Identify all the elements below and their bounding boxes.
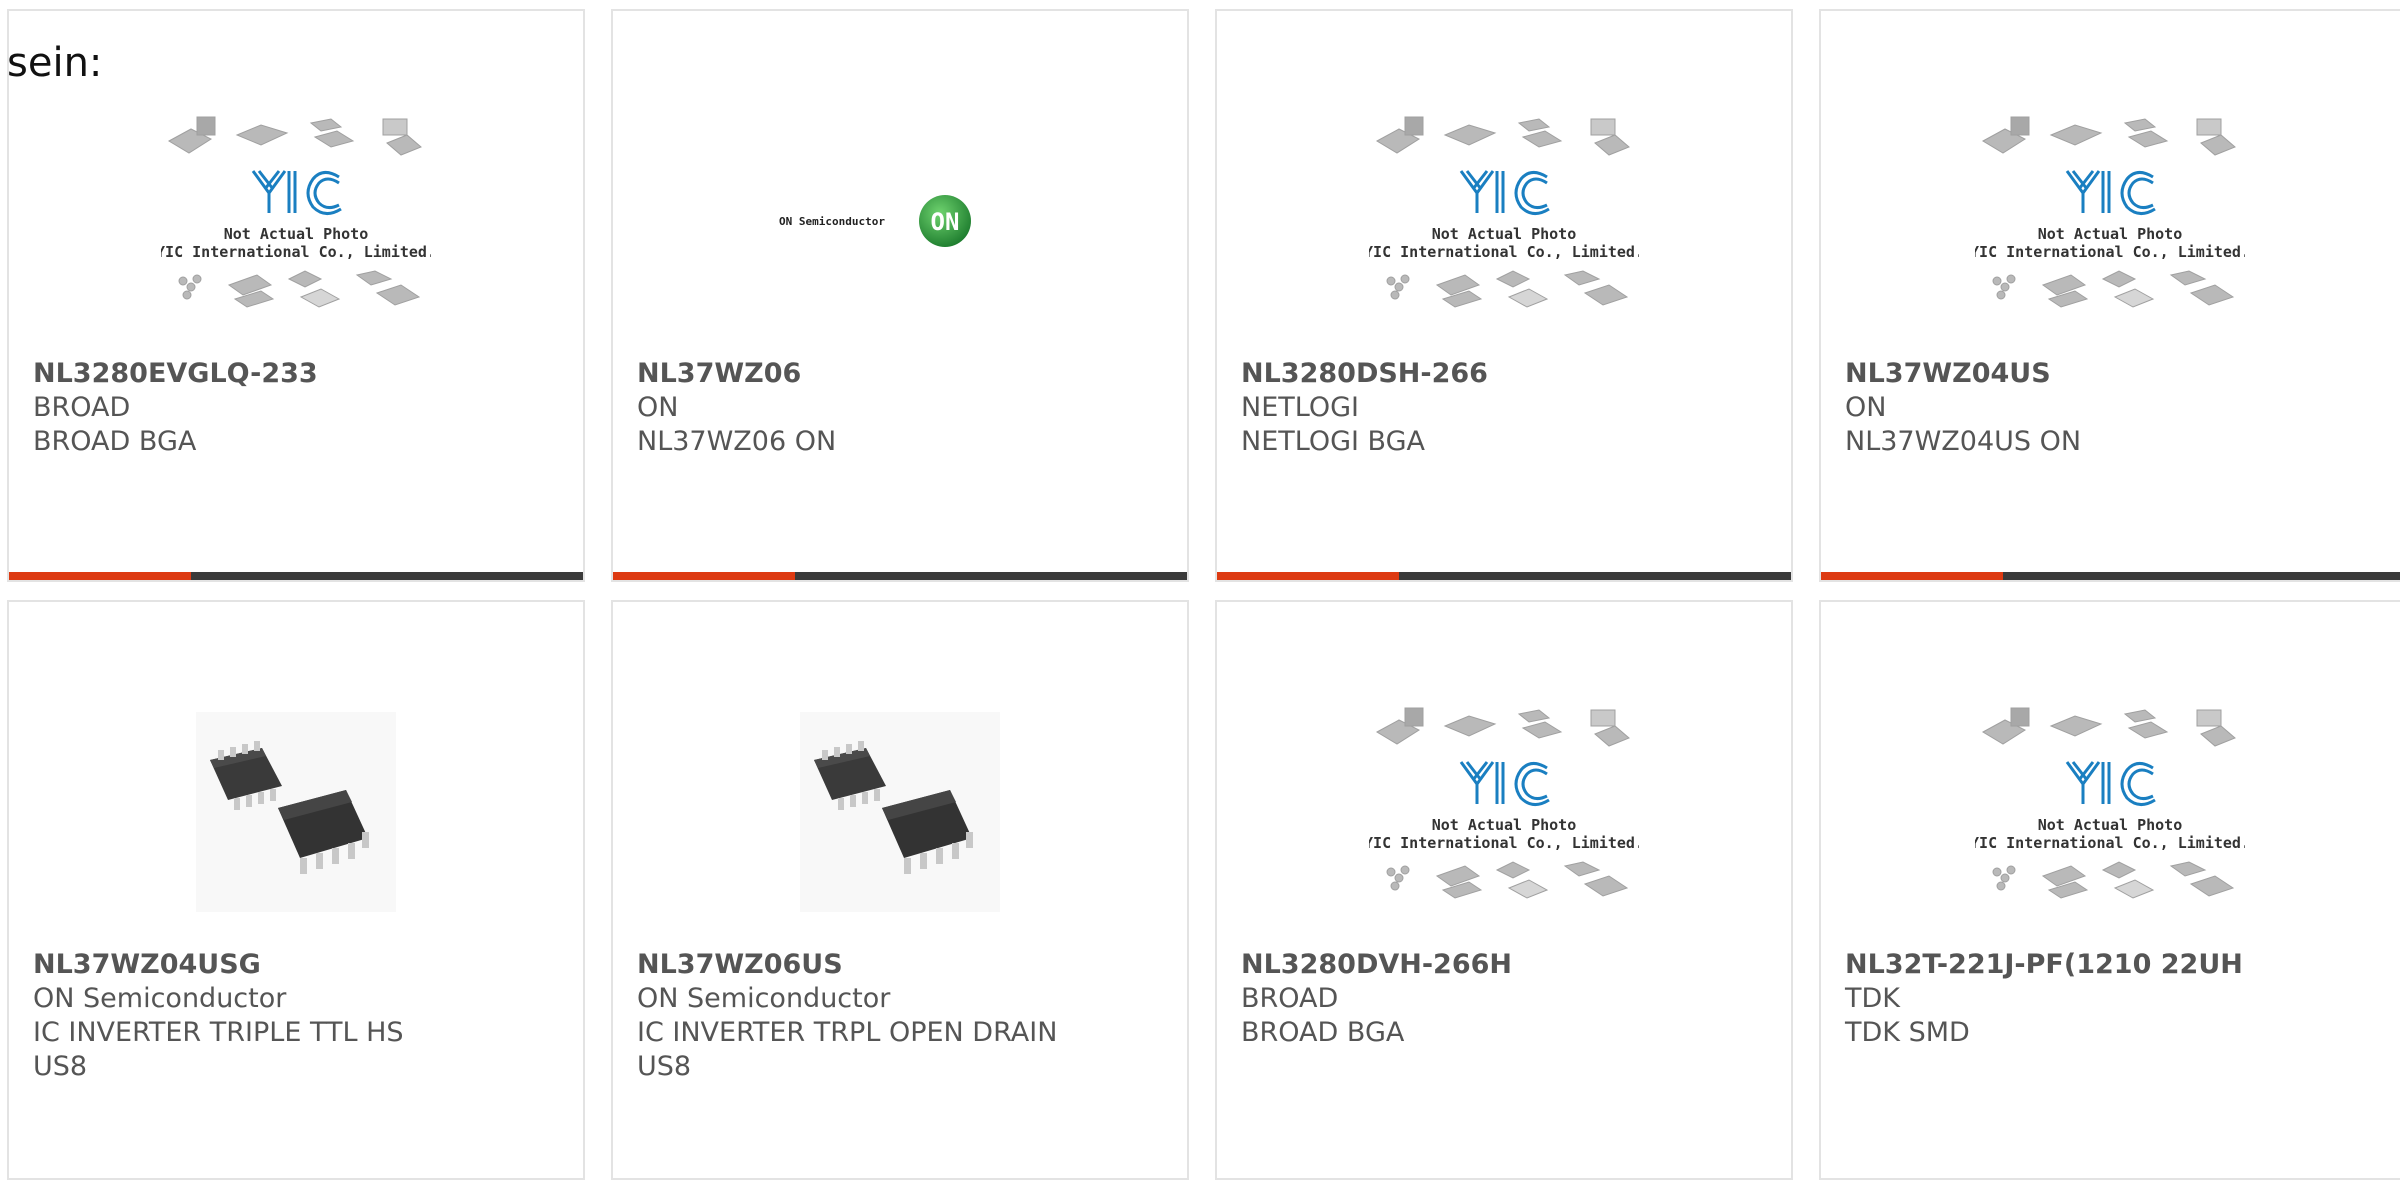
chip-photo-graphic	[196, 712, 396, 912]
description: IC INVERTER TRPL OPEN DRAIN US8	[637, 1017, 1058, 1082]
caption-line2: YIC International Co., Limited.	[1369, 834, 1639, 852]
description: NL37WZ04US ON	[1845, 426, 2082, 457]
card-bottom-bar	[9, 572, 583, 580]
yic-placeholder-graphic: Not Actual Photo YIC International Co., …	[161, 116, 431, 308]
manufacturer: NETLOGI	[1241, 392, 1359, 423]
caption-line1: Not Actual Photo	[2038, 225, 2183, 243]
prefix-text: sein:	[7, 40, 103, 86]
part-number[interactable]: NL37WZ06US	[637, 948, 1067, 982]
caption-line2: YIC International Co., Limited.	[1369, 243, 1639, 261]
product-image-yic-placeholder[interactable]: Not Actual Photo YIC International Co., …	[1369, 101, 1639, 341]
product-card[interactable]: NL37WZ04USG ON Semiconductor IC INVERTER…	[7, 600, 585, 1180]
part-number[interactable]: NL37WZ06	[637, 357, 1067, 391]
card-bottom-bar	[1821, 572, 2400, 580]
chip-photo-graphic	[800, 712, 1000, 912]
yic-placeholder-graphic: Not Actual Photo YIC International Co., …	[1369, 116, 1639, 308]
card-bar-accent	[1217, 572, 1399, 580]
card-bar-accent	[9, 572, 191, 580]
product-image-yic-placeholder[interactable]: Not Actual Photo YIC International Co., …	[1975, 101, 2245, 341]
manufacturer: ON Semiconductor	[637, 983, 891, 1014]
product-image-chip-photo[interactable]	[765, 692, 1035, 932]
caption-line2: YIC International Co., Limited.	[1975, 834, 2245, 852]
product-card[interactable]: Not Actual Photo YIC International Co., …	[1215, 9, 1793, 582]
caption-line1: Not Actual Photo	[2038, 816, 2183, 834]
product-card[interactable]: NL37WZ06US ON Semiconductor IC INVERTER …	[611, 600, 1189, 1180]
product-card[interactable]: Not Actual Photo YIC International Co., …	[1819, 9, 2400, 582]
part-number[interactable]: NL3280EVGLQ-233	[33, 357, 463, 391]
manufacturer: ON Semiconductor	[33, 983, 287, 1014]
manufacturer: BROAD	[33, 392, 131, 423]
part-number[interactable]: NL32T-221J-PF(1210 22UH	[1845, 948, 2287, 982]
description: BROAD BGA	[1241, 1017, 1405, 1048]
card-bar-accent	[1821, 572, 2003, 580]
part-number[interactable]: NL37WZ04US	[1845, 357, 2287, 391]
product-card[interactable]: Not Actual Photo YIC International Co., …	[7, 9, 585, 582]
manufacturer: BROAD	[1241, 983, 1339, 1014]
on-badge-text: ON	[931, 208, 960, 236]
manufacturer: TDK	[1845, 983, 1900, 1014]
part-number[interactable]: NL37WZ04USG	[33, 948, 463, 982]
description: NETLOGI BGA	[1241, 426, 1425, 457]
product-image-yic-placeholder[interactable]: Not Actual Photo YIC International Co., …	[161, 101, 431, 341]
product-image-on-semi-logo[interactable]: ON Semiconductor ON	[765, 101, 1035, 341]
product-image-yic-placeholder[interactable]: Not Actual Photo YIC International Co., …	[1369, 692, 1639, 932]
on-logo-text: ON Semiconductor	[779, 215, 885, 228]
caption-line1: Not Actual Photo	[1432, 816, 1577, 834]
product-card[interactable]: Not Actual Photo YIC International Co., …	[1215, 600, 1793, 1180]
card-bottom-bar	[613, 572, 1187, 580]
on-semi-logo-graphic: ON Semiconductor ON	[779, 195, 971, 247]
yic-placeholder-graphic: Not Actual Photo YIC International Co., …	[1975, 707, 2245, 899]
caption-line2: YIC International Co., Limited.	[1975, 243, 2245, 261]
yic-placeholder-graphic: Not Actual Photo YIC International Co., …	[1369, 707, 1639, 899]
part-number[interactable]: NL3280DSH-266	[1241, 357, 1671, 391]
card-bottom-bar	[1217, 572, 1791, 580]
description: IC INVERTER TRIPLE TTL HS US8	[33, 1017, 404, 1082]
product-image-chip-photo[interactable]	[161, 692, 431, 932]
product-card[interactable]: ON Semiconductor ON NL37WZ06 ON NL37WZ06…	[611, 9, 1189, 582]
manufacturer: ON	[1845, 392, 1887, 423]
product-image-yic-placeholder[interactable]: Not Actual Photo YIC International Co., …	[1975, 692, 2245, 932]
part-number[interactable]: NL3280DVH-266H	[1241, 948, 1671, 982]
description: BROAD BGA	[33, 426, 197, 457]
caption-line1: Not Actual Photo	[1432, 225, 1577, 243]
caption-line2: YIC International Co., Limited.	[161, 243, 431, 261]
card-bar-accent	[613, 572, 795, 580]
manufacturer: ON	[637, 392, 679, 423]
description: TDK SMD	[1845, 1017, 1970, 1048]
caption-line1: Not Actual Photo	[224, 225, 369, 243]
description: NL37WZ06 ON	[637, 426, 837, 457]
yic-placeholder-graphic: Not Actual Photo YIC International Co., …	[1975, 116, 2245, 308]
product-card[interactable]: Not Actual Photo YIC International Co., …	[1819, 600, 2400, 1180]
